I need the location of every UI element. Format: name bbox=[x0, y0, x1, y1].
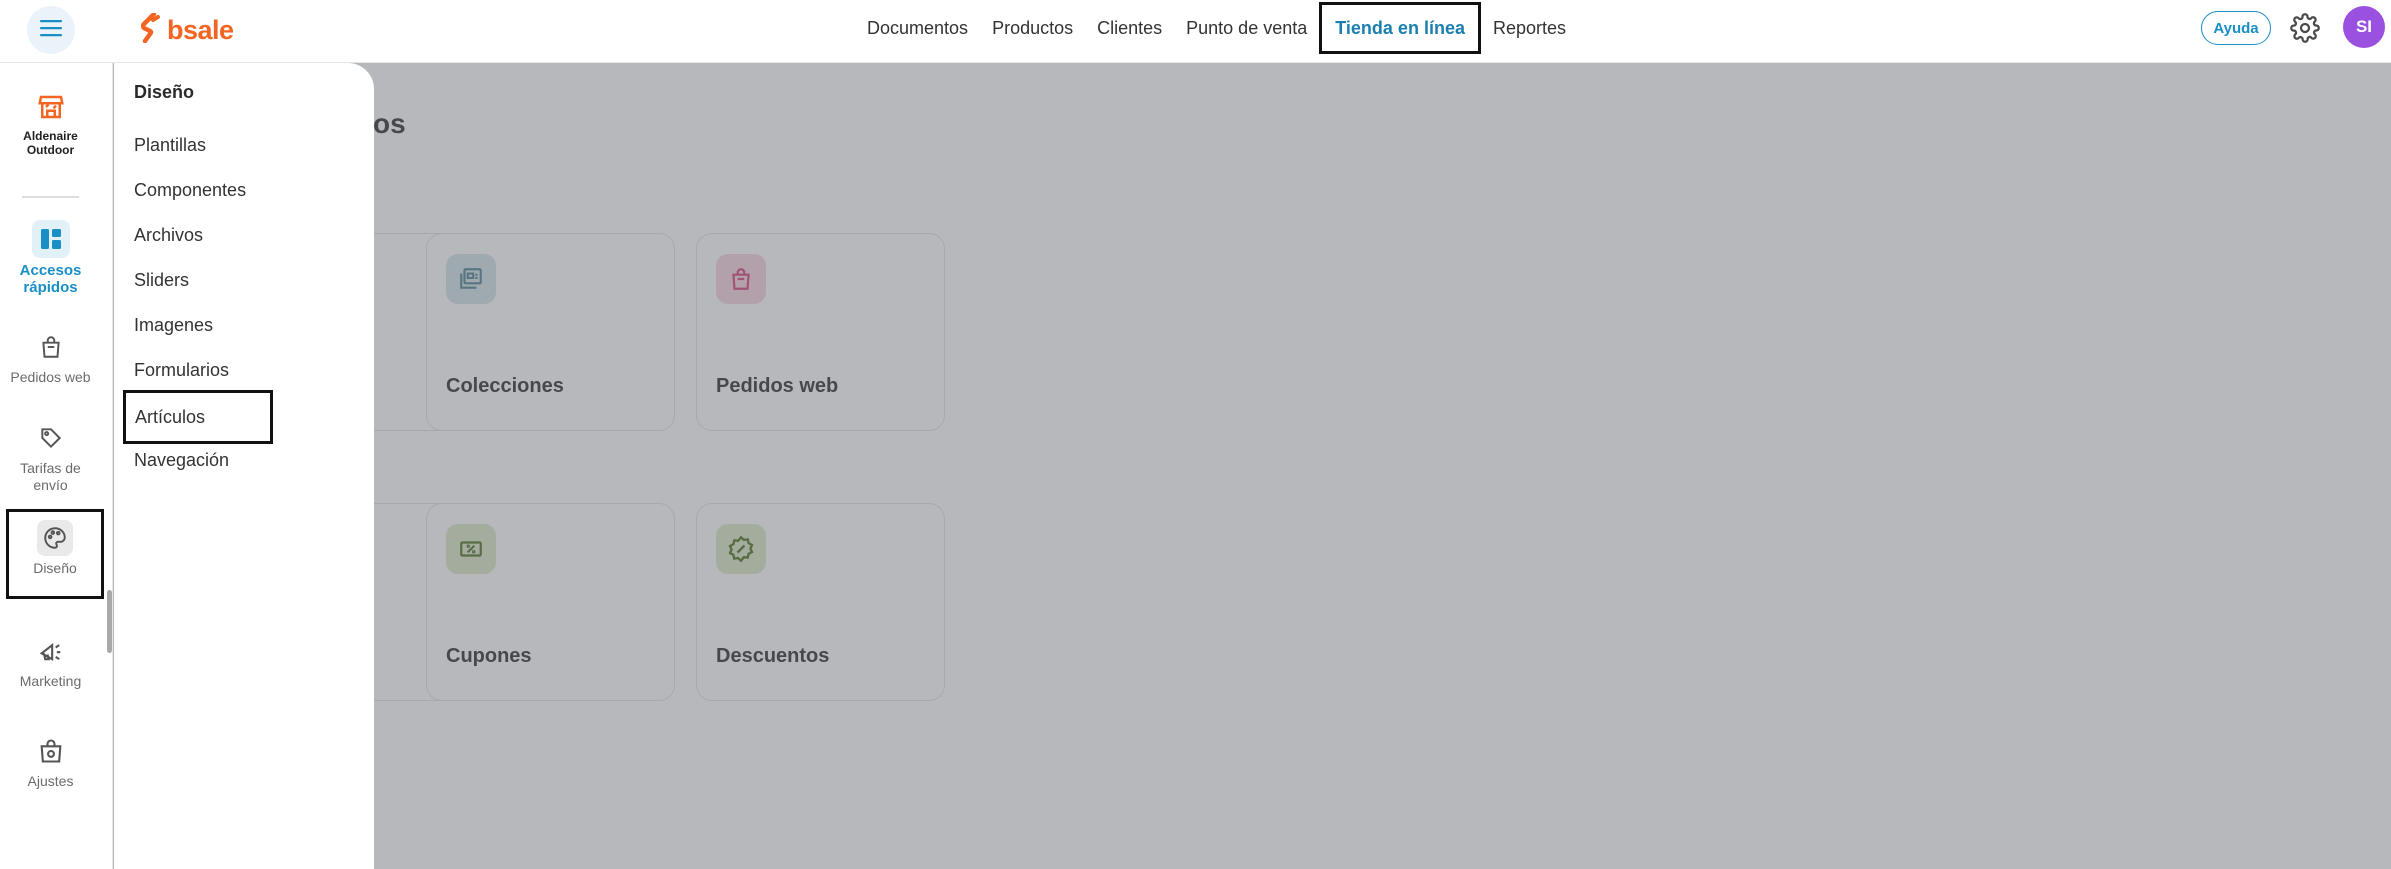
storefront-icon bbox=[33, 89, 69, 125]
submenu-item-sliders[interactable]: Sliders bbox=[134, 270, 189, 291]
top-navigation: Documentos Productos Clientes Punto de v… bbox=[855, 0, 1578, 56]
palette-icon bbox=[37, 520, 73, 556]
sidebar-item-ajustes[interactable]: Ajustes bbox=[0, 733, 101, 790]
submenu-item-componentes[interactable]: Componentes bbox=[134, 180, 246, 201]
submenu-item-articulos[interactable]: Artículos bbox=[123, 390, 273, 444]
submenu-item-formularios[interactable]: Formularios bbox=[134, 360, 229, 381]
nav-reportes[interactable]: Reportes bbox=[1481, 2, 1578, 54]
submenu-title: Diseño bbox=[134, 82, 195, 102]
store-selector[interactable]: Aldenaire Outdoor bbox=[0, 89, 101, 157]
left-sidebar: Aldenaire Outdoor Accesos rápidos Pedido… bbox=[0, 63, 113, 869]
sidebar-item-label: Tarifas de bbox=[20, 460, 81, 476]
sidebar-item-label: Ajustes bbox=[27, 773, 74, 789]
tag-icon bbox=[33, 420, 69, 456]
settings-button[interactable] bbox=[2290, 13, 2320, 43]
hamburger-icon bbox=[40, 19, 62, 42]
sidebar-item-label: rápidos bbox=[23, 279, 78, 296]
sidebar-item-marketing[interactable]: Marketing bbox=[0, 633, 101, 690]
sidebar-item-tarifas-de-envio[interactable]: Tarifas de envío bbox=[0, 420, 101, 494]
settings-bag-icon bbox=[33, 733, 69, 769]
submenu-item-navegacion[interactable]: Navegación bbox=[134, 450, 229, 471]
modal-overlay[interactable] bbox=[113, 63, 2391, 869]
sidebar-item-label: envío bbox=[33, 477, 68, 493]
nav-productos[interactable]: Productos bbox=[980, 2, 1085, 54]
sidebar-item-accesos-rapidos[interactable]: Accesos rápidos bbox=[0, 220, 101, 296]
brand-logo[interactable]: bsale bbox=[140, 11, 234, 48]
sidebar-scrollbar[interactable] bbox=[107, 590, 112, 653]
sidebar-item-label: Accesos bbox=[19, 262, 82, 279]
dashboard-icon bbox=[31, 220, 70, 258]
sidebar-item-diseno[interactable]: Diseño bbox=[6, 509, 104, 599]
menu-button[interactable] bbox=[27, 6, 75, 54]
sidebar-item-label: Marketing bbox=[19, 673, 82, 689]
store-name-line1: Aldenaire bbox=[23, 129, 78, 143]
sidebar-item-label: Diseño bbox=[33, 560, 77, 576]
megaphone-icon bbox=[33, 633, 69, 669]
nav-documentos[interactable]: Documentos bbox=[855, 2, 980, 54]
bsale-logo-icon bbox=[140, 11, 161, 48]
help-button[interactable]: Ayuda bbox=[2201, 11, 2271, 45]
shopping-bag-icon bbox=[33, 329, 69, 365]
store-name-line2: Outdoor bbox=[26, 143, 75, 157]
nav-tienda-en-linea[interactable]: Tienda en línea bbox=[1319, 2, 1481, 54]
brand-name: bsale bbox=[167, 14, 234, 45]
user-avatar[interactable]: SI bbox=[2343, 6, 2385, 48]
gear-icon bbox=[2290, 13, 2320, 47]
sidebar-item-label: Pedidos web bbox=[10, 369, 91, 385]
sidebar-divider bbox=[22, 196, 79, 198]
submenu-item-plantillas[interactable]: Plantillas bbox=[134, 135, 206, 156]
submenu-item-archivos[interactable]: Archivos bbox=[134, 225, 203, 246]
submenu-item-imagenes[interactable]: Imagenes bbox=[134, 315, 213, 336]
nav-punto-de-venta[interactable]: Punto de venta bbox=[1174, 2, 1319, 54]
design-submenu: Diseño Plantillas Componentes Archivos S… bbox=[114, 63, 374, 869]
nav-clientes[interactable]: Clientes bbox=[1085, 2, 1174, 54]
top-bar: bsale Documentos Productos Clientes Punt… bbox=[0, 0, 2391, 63]
sidebar-item-pedidos-web[interactable]: Pedidos web bbox=[0, 329, 101, 386]
